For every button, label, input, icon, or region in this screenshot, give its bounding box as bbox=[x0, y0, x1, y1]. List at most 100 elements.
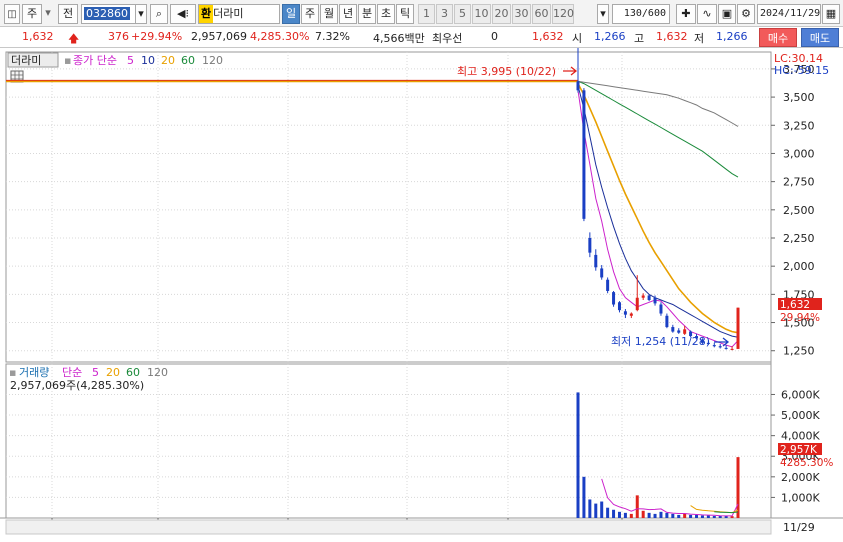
interval-tab-1[interactable]: 3 bbox=[436, 4, 453, 24]
high-annotation: 최고 3,995 (10/22) bbox=[457, 65, 556, 78]
price-panel-frame bbox=[5, 51, 772, 363]
low-label: 저 bbox=[694, 32, 705, 45]
volume-bar-11 bbox=[641, 510, 645, 518]
toolbar: ◫ 주 ▾ 전 032860 ▾ ⌕ ◀⁝ 환 더라미 일주월년분초틱 1 3 5 10… bbox=[0, 0, 843, 27]
candle-body-6 bbox=[612, 292, 616, 305]
gear-icon[interactable]: ⚙ bbox=[737, 4, 755, 24]
volume-ma-20: 20 bbox=[106, 366, 120, 379]
price-tick-label-1: 3,500 bbox=[783, 91, 815, 104]
sell-button[interactable]: 매도 bbox=[801, 28, 839, 47]
period-tab-5[interactable]: 초 bbox=[377, 4, 395, 24]
interval-tab-2[interactable]: 5 bbox=[454, 4, 471, 24]
calendar-icon[interactable]: ▦ bbox=[822, 4, 840, 24]
interval-tab-4[interactable]: 20 bbox=[492, 4, 511, 24]
period-tab-2[interactable]: 월 bbox=[320, 4, 338, 24]
volume-tick-label-2: 4,000K bbox=[781, 430, 820, 443]
volume-bar-22 bbox=[706, 515, 710, 518]
low-annotation: 최저 1,254 (11/28) bbox=[611, 335, 710, 348]
current-price-label: 1,632 bbox=[780, 299, 810, 311]
period-tab-3[interactable]: 년 bbox=[339, 4, 357, 24]
buy-button[interactable]: 매수 bbox=[759, 28, 797, 47]
volume-bar-9 bbox=[629, 513, 633, 518]
price-tick-label-10: 1,250 bbox=[783, 345, 815, 358]
dropdown-arrow-icon[interactable]: ▾ bbox=[44, 4, 52, 24]
candle-body-7 bbox=[617, 302, 621, 311]
candle-body-1 bbox=[582, 90, 586, 219]
current-volume-label: 2,957K bbox=[780, 444, 818, 456]
change-value: 376 bbox=[108, 30, 129, 43]
interval-tab-6[interactable]: 60 bbox=[532, 4, 551, 24]
current-price: 1,632 bbox=[22, 30, 54, 43]
stock-name: 더라미 bbox=[213, 7, 244, 20]
turnover-percent: 7.32% bbox=[315, 30, 350, 43]
volume-label: 거래량 bbox=[19, 366, 49, 379]
candle-body-13 bbox=[653, 297, 657, 304]
price-tick-label-5: 2,500 bbox=[783, 204, 815, 217]
volume-bar-4 bbox=[600, 501, 604, 518]
interval-dropdown-icon[interactable]: ▾ bbox=[597, 4, 609, 24]
volume-bar-20 bbox=[695, 514, 699, 518]
date-field[interactable]: 2024/11/29 bbox=[757, 4, 821, 24]
candle-body-15 bbox=[665, 315, 669, 328]
volume-bar-27 bbox=[736, 457, 740, 518]
candle-body-25 bbox=[724, 347, 728, 349]
interval-tab-5[interactable]: 30 bbox=[512, 4, 531, 24]
current-volume-pct-label: 4285.30% bbox=[780, 457, 833, 469]
period-tab-6[interactable]: 틱 bbox=[396, 4, 414, 24]
convert-badge[interactable]: 환 bbox=[199, 5, 214, 23]
chart-line-icon[interactable]: ∿ bbox=[697, 4, 717, 24]
full-tab[interactable]: 전 bbox=[58, 4, 78, 24]
last-date-label: 11/29 bbox=[783, 521, 815, 534]
volume-bar-8 bbox=[623, 512, 627, 518]
volume-bar-1 bbox=[582, 476, 586, 518]
interval-tab-7[interactable]: 120 bbox=[552, 4, 574, 24]
interval-tab-3[interactable]: 10 bbox=[472, 4, 491, 24]
period-tab-1[interactable]: 주 bbox=[301, 4, 319, 24]
volume-bar-23 bbox=[712, 515, 716, 518]
hc-value: HC:-59.15 bbox=[774, 64, 829, 77]
high-label: 고 bbox=[634, 32, 645, 45]
candle-body-11 bbox=[641, 295, 645, 298]
volume-bar-21 bbox=[700, 515, 704, 518]
volume-tick-label-1: 5,000K bbox=[781, 409, 820, 422]
candle-body-17 bbox=[677, 330, 681, 333]
volume-bar-13 bbox=[653, 513, 657, 518]
candle-body-9 bbox=[629, 313, 633, 316]
indicator-icon[interactable]: ✚ bbox=[676, 4, 696, 24]
volume-ma-60: 60 bbox=[126, 366, 140, 379]
search-icon[interactable]: ⌕ bbox=[150, 4, 168, 24]
current-pct-label: 29.94% bbox=[780, 312, 820, 324]
candle-body-26 bbox=[730, 348, 734, 350]
volume-ma-120: 120 bbox=[147, 366, 168, 379]
priority-label: 최우선 bbox=[432, 32, 463, 45]
quote-bar: 1,632 🡅 376 +29.94% 2,957,069 4,285.30% … bbox=[0, 27, 843, 48]
bar-count-field[interactable]: 130/600 bbox=[612, 4, 670, 24]
volume-bar-18 bbox=[683, 513, 687, 518]
open-label: 시 bbox=[572, 32, 583, 45]
menu-icon[interactable]: ◫ bbox=[4, 4, 20, 24]
volume-bar-7 bbox=[617, 511, 621, 518]
candle-body-16 bbox=[671, 327, 675, 332]
speaker-icon[interactable]: ◀⁝ bbox=[170, 4, 196, 24]
interval-tab-0[interactable]: 1 bbox=[418, 4, 435, 24]
price-tick-label-7: 2,000 bbox=[783, 260, 815, 273]
high-value: 1,632 bbox=[656, 30, 688, 43]
period-tab-0[interactable]: 일 bbox=[282, 4, 300, 24]
volume-summary: 2,957,069주(4,285.30%) bbox=[10, 379, 144, 392]
price-panel-stock-name: 더라미 bbox=[11, 54, 41, 67]
chart-area[interactable]: 3,750 3,500 3,250 3,000 2,750 2,500 2,250 2,000… bbox=[0, 41, 843, 542]
candle-body-5 bbox=[606, 279, 610, 291]
volume-ma-line-60 bbox=[714, 511, 739, 514]
open-value: 1,266 bbox=[594, 30, 626, 43]
volume-bar-3 bbox=[594, 503, 598, 518]
code-dropdown-icon[interactable]: ▾ bbox=[135, 4, 147, 24]
volume-bar-10 bbox=[635, 495, 639, 518]
volume-bar-16 bbox=[671, 513, 675, 518]
save-icon[interactable]: ▣ bbox=[718, 4, 736, 24]
stock-chart[interactable]: 3,7503,5003,2503,0002,7502,5002,2502,000… bbox=[0, 41, 843, 542]
volume-percent: 4,285.30% bbox=[250, 30, 310, 43]
stock-name-field[interactable]: 환 더라미 bbox=[198, 4, 280, 24]
horizontal-scrollbar[interactable] bbox=[5, 519, 772, 535]
period-tab-4[interactable]: 분 bbox=[358, 4, 376, 24]
main-tab[interactable]: 주 bbox=[22, 4, 42, 24]
